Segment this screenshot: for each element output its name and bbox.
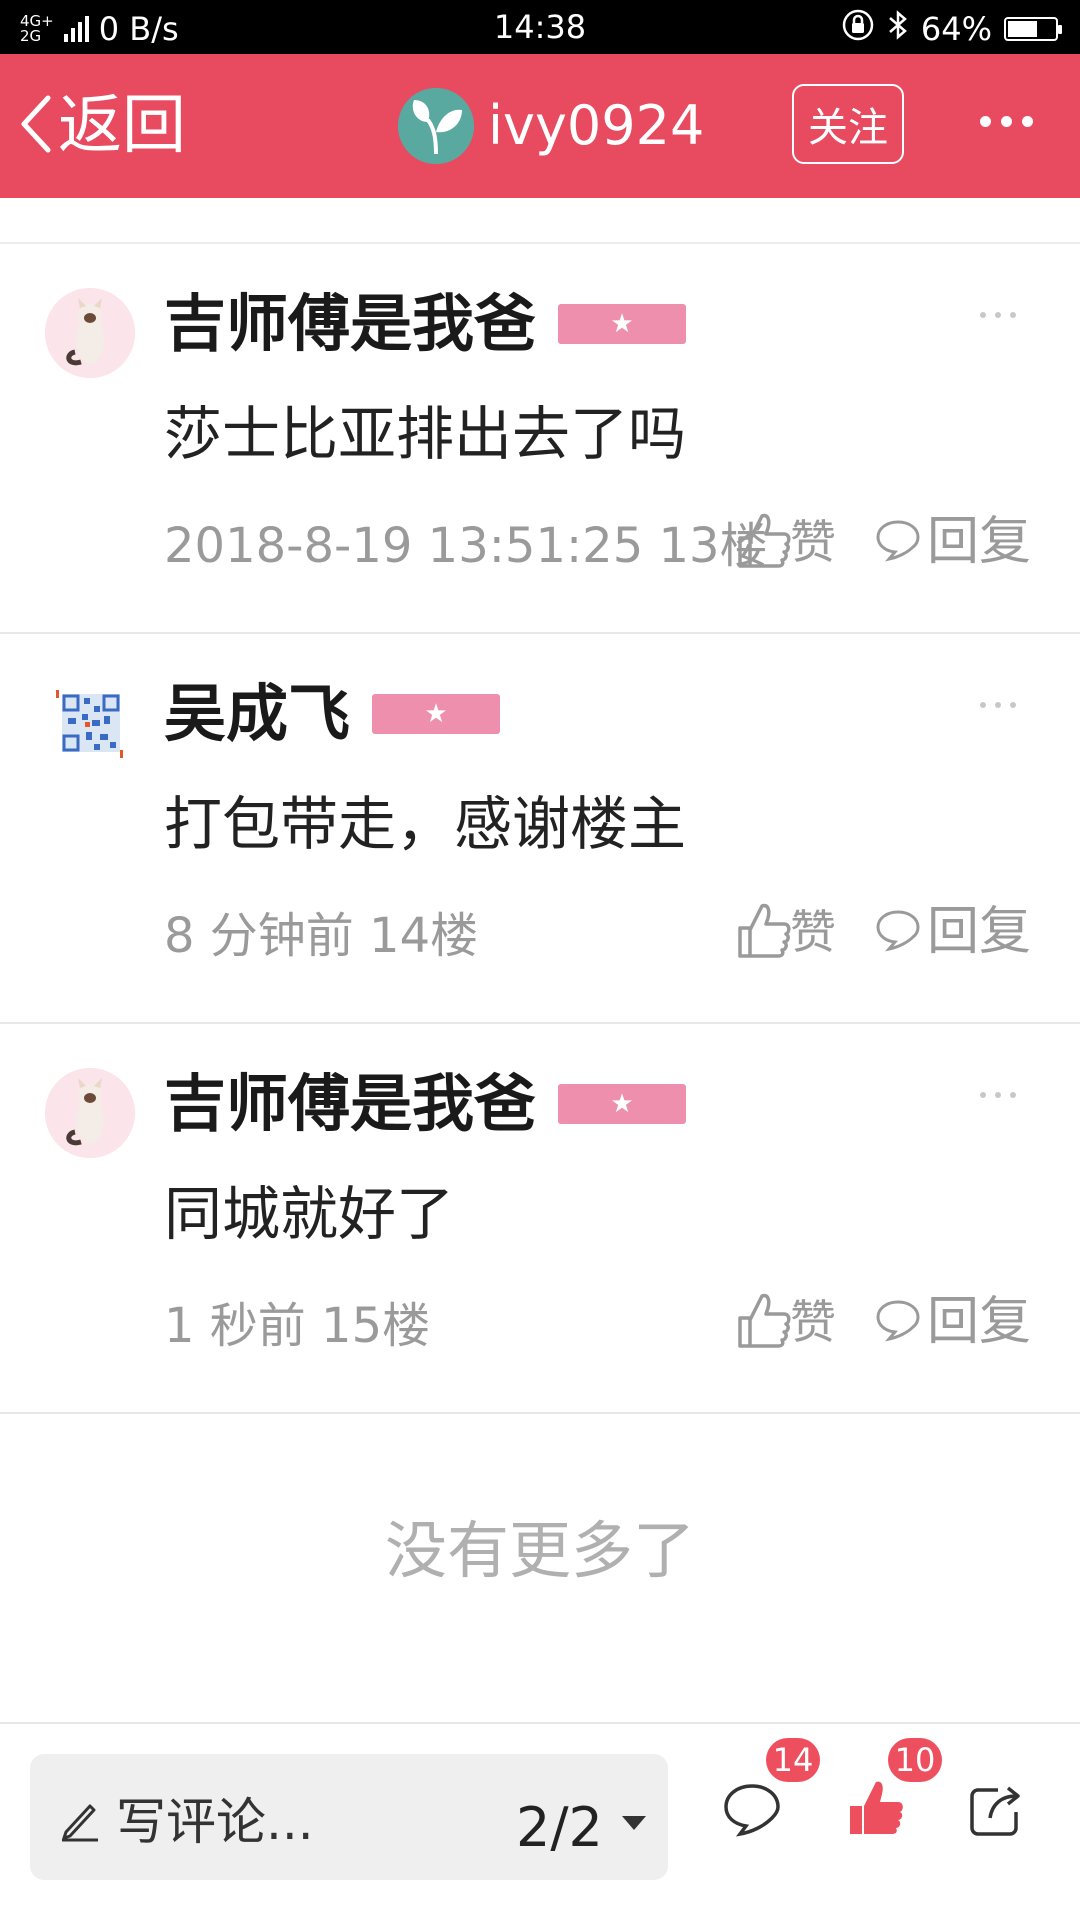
like-label: 赞 <box>790 515 836 569</box>
bluetooth-icon <box>887 9 909 49</box>
comment-meta: 2018-8-19 13:51:25 13楼 <box>164 518 768 574</box>
status-bar: 4G+ 2G 0 B/s 14:38 64% <box>0 0 1080 54</box>
comment-user-name[interactable]: 吉师傅是我爸 <box>164 1064 536 1144</box>
bottom-bar: 写评论... 2/2 14 10 <box>0 1722 1080 1922</box>
comments-button[interactable]: 14 <box>722 1738 820 1842</box>
comment-bubble-icon <box>722 1784 782 1842</box>
comment-text: 打包带走，感谢楼主 <box>164 790 687 858</box>
comment-text: 同城就好了 <box>164 1180 455 1248</box>
qr-code-avatar[interactable] <box>56 684 126 760</box>
end-of-list-text: 没有更多了 <box>384 1514 695 1587</box>
comment-user-name[interactable]: 吴成飞 <box>164 674 350 754</box>
nav-user-profile[interactable]: ivy0924 <box>398 88 704 164</box>
reply-label: 回复 <box>927 1292 1032 1352</box>
chat-bubble-icon <box>875 1298 921 1346</box>
likes-count-badge: 10 <box>888 1738 942 1782</box>
reply-button[interactable]: 回复 <box>875 1290 1031 1354</box>
comment-more-icon[interactable] <box>980 1092 1016 1098</box>
cat-avatar[interactable] <box>45 288 135 378</box>
comment-placeholder: 写评论... <box>116 1793 314 1851</box>
like-post-button[interactable]: 10 <box>846 1738 942 1842</box>
comments-count-badge: 14 <box>766 1738 820 1782</box>
comment-text: 莎士比亚排出去了吗 <box>164 400 687 468</box>
comment-more-icon[interactable] <box>980 702 1016 708</box>
battery-percent: 64% <box>920 10 992 48</box>
like-label: 赞 <box>790 1295 836 1349</box>
comment-meta: 1 秒前 15楼 <box>164 1298 431 1354</box>
more-options-icon[interactable] <box>980 116 1033 127</box>
page-indicator[interactable]: 2/2 <box>516 1796 603 1859</box>
thumbs-up-icon <box>736 1290 792 1354</box>
chat-bubble-icon <box>875 908 921 956</box>
comment-input[interactable]: 写评论... 2/2 <box>30 1754 668 1880</box>
like-button[interactable]: 赞 <box>736 900 836 964</box>
chat-bubble-icon <box>875 518 921 566</box>
reply-button[interactable]: 回复 <box>875 510 1031 574</box>
back-button[interactable]: 返回 <box>18 90 186 162</box>
back-label: 返回 <box>58 89 186 163</box>
thumbs-up-filled-icon <box>846 1781 906 1842</box>
rotation-lock-icon <box>841 8 875 50</box>
comment-more-icon[interactable] <box>980 312 1016 318</box>
reply-button[interactable]: 回复 <box>875 900 1031 964</box>
pencil-icon <box>60 1798 100 1846</box>
star-badge-icon: ★ <box>558 304 687 344</box>
cat-avatar[interactable] <box>45 1068 135 1158</box>
thumbs-up-icon <box>736 510 792 574</box>
like-button[interactable]: 赞 <box>736 510 836 574</box>
comment-item: 吴成飞 ★ 打包带走，感谢楼主 8 分钟前 14楼 赞 回复 <box>0 634 1080 1024</box>
nav-username: ivy0924 <box>488 94 705 157</box>
battery-icon <box>1004 17 1062 41</box>
comment-item: 吉师傅是我爸 ★ 莎士比亚排出去了吗 2018-8-19 13:51:25 13… <box>0 244 1080 634</box>
share-icon <box>968 1786 1024 1842</box>
comment-user-name[interactable]: 吉师傅是我爸 <box>164 284 536 364</box>
reply-label: 回复 <box>927 512 1032 572</box>
comment-item: 吉师傅是我爸 ★ 同城就好了 1 秒前 15楼 赞 回复 <box>0 1024 1080 1414</box>
star-badge-icon: ★ <box>558 1084 687 1124</box>
follow-button[interactable]: 关注 <box>792 84 904 164</box>
share-button[interactable] <box>968 1782 1024 1842</box>
like-button[interactable]: 赞 <box>736 1290 836 1354</box>
caret-down-icon[interactable] <box>622 1816 646 1830</box>
user-avatar-leaf-icon <box>398 88 474 164</box>
chevron-left-icon <box>18 92 54 160</box>
like-label: 赞 <box>790 905 836 959</box>
comment-meta: 8 分钟前 14楼 <box>164 908 479 964</box>
star-badge-icon: ★ <box>372 694 501 734</box>
nav-bar: 返回 ivy0924 关注 <box>0 54 1080 198</box>
reply-label: 回复 <box>927 902 1032 962</box>
thumbs-up-icon <box>736 900 792 964</box>
